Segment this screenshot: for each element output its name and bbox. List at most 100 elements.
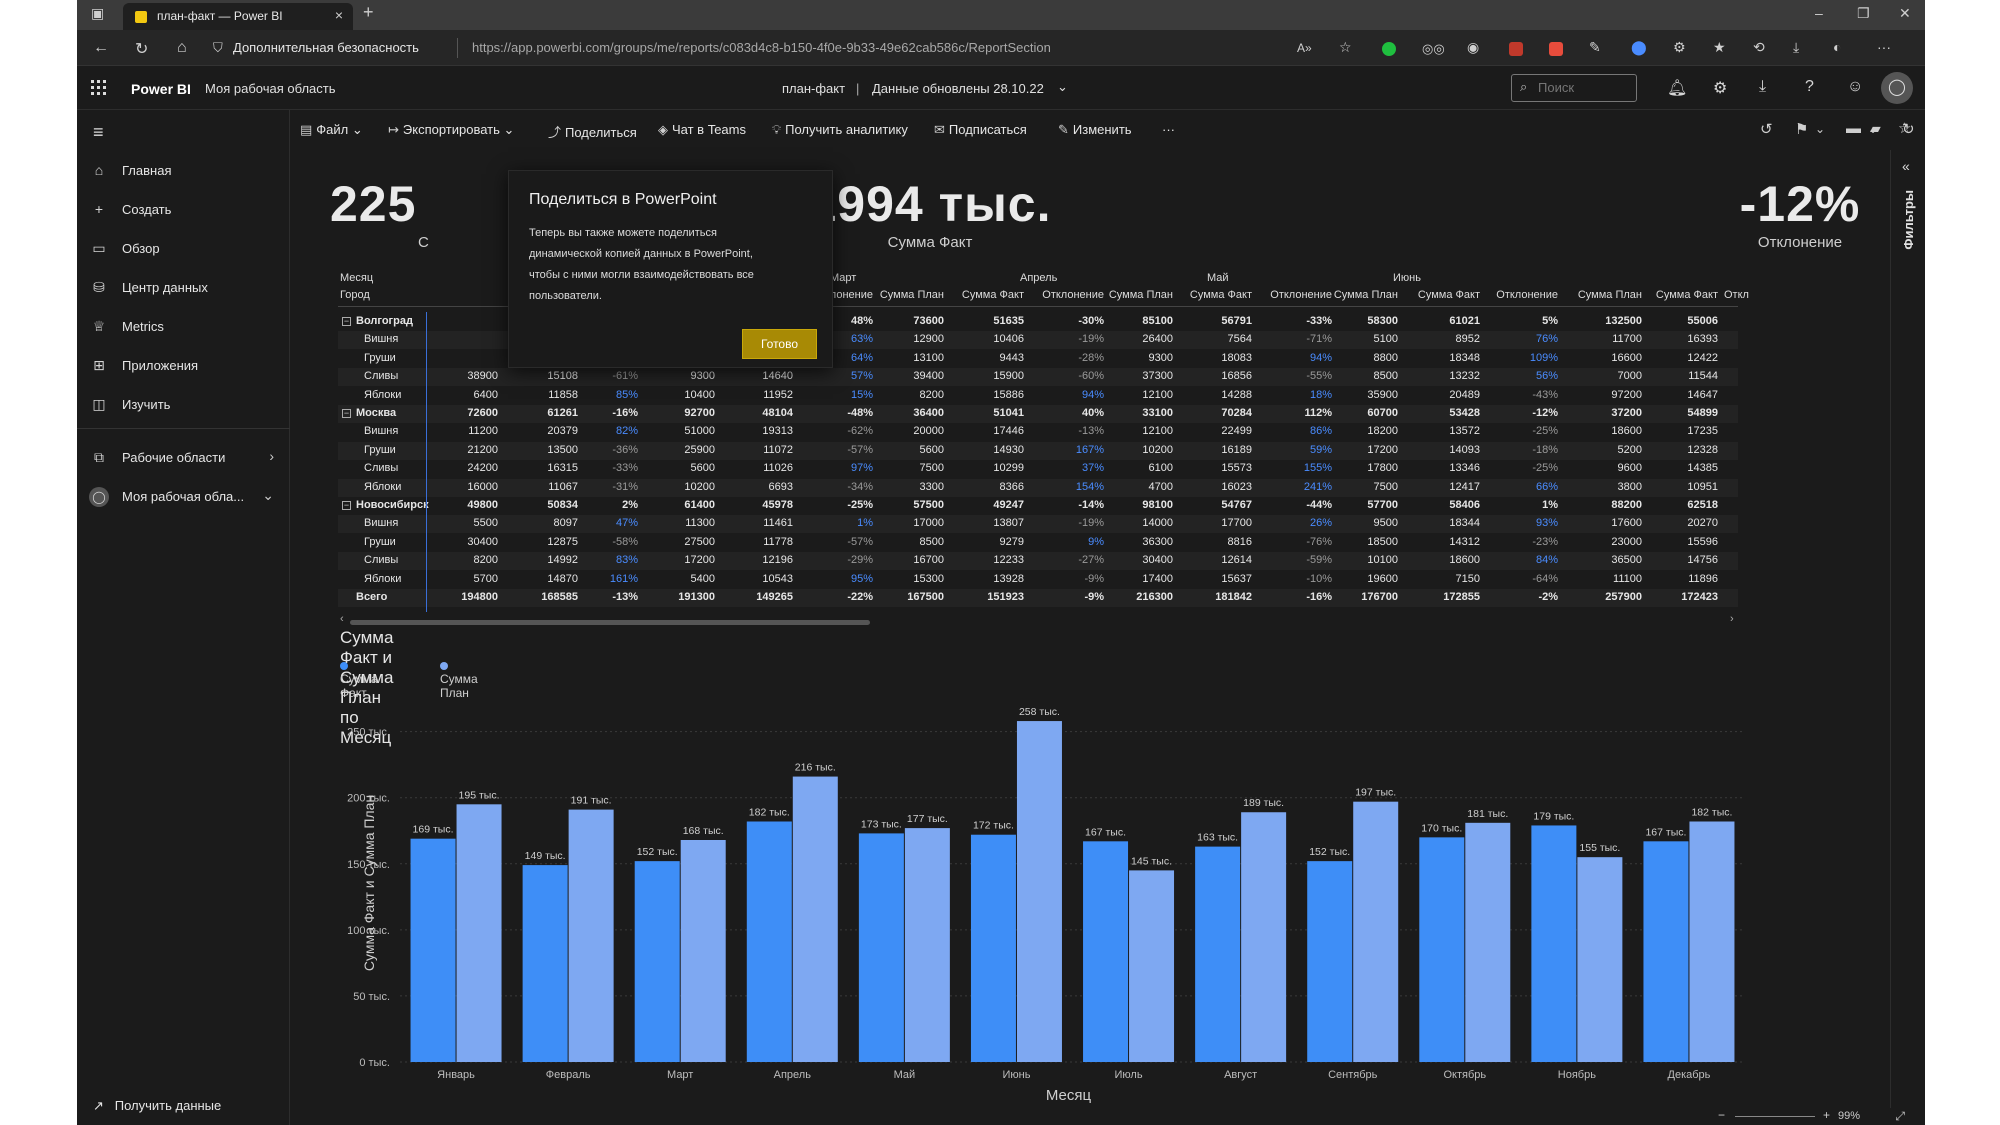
- edit-button[interactable]: ✎ Изменить: [1058, 122, 1132, 138]
- insights-label: Получить аналитику: [785, 122, 908, 137]
- file-menu[interactable]: ▤ Файл ⌄: [300, 122, 363, 138]
- data-updated-label[interactable]: Данные обновлены 28.10.22: [872, 81, 1044, 96]
- get-data-link[interactable]: ↗ Получить данные: [93, 1098, 221, 1114]
- new-tab-icon[interactable]: +: [363, 2, 374, 23]
- bar-plan: [1129, 870, 1175, 1062]
- comment-icon[interactable]: ▰: [1870, 120, 1881, 137]
- workspace-link[interactable]: Моя рабочая область: [205, 81, 336, 96]
- feedback-icon[interactable]: ☺: [1847, 78, 1863, 96]
- chevron-down-icon[interactable]: ⌄: [1815, 122, 1825, 136]
- extension-green-icon[interactable]: [1382, 42, 1396, 56]
- search-icon: ⌕: [1520, 79, 1528, 94]
- app-launcher-icon[interactable]: [91, 80, 107, 96]
- refresh-icon[interactable]: ↻: [135, 39, 148, 59]
- pen-icon[interactable]: ✎: [1589, 39, 1601, 56]
- nav-label: Приложения: [122, 358, 199, 373]
- done-button[interactable]: Готово: [742, 329, 817, 359]
- bar-fact: [634, 861, 680, 1062]
- settings-icon[interactable]: ⚙: [1713, 78, 1727, 98]
- nav-item-browse[interactable]: ▭ Обзор: [77, 234, 290, 264]
- close-tab-icon[interactable]: ×: [335, 7, 343, 23]
- arrow-icon: ↗: [93, 1098, 104, 1113]
- zoom-in-icon[interactable]: +: [1823, 1108, 1830, 1122]
- chevron-down-icon[interactable]: ⌄: [1057, 79, 1068, 95]
- downloads-icon[interactable]: ⤓: [1793, 39, 1799, 56]
- url-field[interactable]: https://app.powerbi.com/groups/me/report…: [472, 40, 1051, 55]
- nav-item-data-hub[interactable]: ⛁ Центр данных: [77, 273, 290, 303]
- collapse-icon[interactable]: «: [1902, 158, 1910, 174]
- nav-item-create[interactable]: + Создать: [77, 195, 290, 225]
- x-tick-label: Май: [894, 1069, 916, 1081]
- avatar[interactable]: ◯: [1881, 72, 1913, 104]
- zoom-slider[interactable]: [1735, 1116, 1815, 1117]
- nav-item-my-workspace[interactable]: ◯ Моя рабочая обла... ⌄: [77, 482, 290, 512]
- x-tick-label: Январь: [437, 1069, 475, 1081]
- profile-icon[interactable]: ◐: [1833, 39, 1841, 55]
- book-icon: ◫: [92, 396, 106, 412]
- location-icon[interactable]: ⬤: [1631, 39, 1647, 56]
- favorite-icon[interactable]: ☆: [1898, 119, 1911, 137]
- security-label[interactable]: Дополнительная безопасность: [233, 40, 419, 55]
- restore-icon[interactable]: ❐: [1857, 5, 1870, 22]
- app-name[interactable]: Power BI: [131, 81, 191, 97]
- close-window-icon[interactable]: ✕: [1899, 5, 1911, 22]
- extensions-icon[interactable]: ⚙: [1673, 39, 1686, 56]
- tab-actions-icon[interactable]: ▣: [91, 5, 104, 22]
- zoom-out-icon[interactable]: −: [1718, 1108, 1725, 1122]
- bar-fact: [1195, 846, 1241, 1062]
- favorites-icon[interactable]: ★: [1713, 39, 1726, 56]
- bar-plan: [568, 809, 614, 1062]
- x-tick-label: Ноябрь: [1558, 1069, 1596, 1081]
- trophy-icon: ♕: [92, 318, 106, 334]
- powerbi-favicon-icon: [135, 11, 147, 23]
- subscribe-button[interactable]: ✉ Подписаться: [934, 122, 1027, 138]
- teams-chat-button[interactable]: ◈ Чат в Teams: [658, 122, 746, 138]
- extension-circle-icon[interactable]: ◉: [1467, 39, 1479, 56]
- nav-item-home[interactable]: ⌂ Главная: [77, 156, 290, 186]
- history-icon[interactable]: ⟲: [1753, 39, 1765, 56]
- download-icon[interactable]: ⤓: [1759, 78, 1766, 96]
- minimize-icon[interactable]: –: [1815, 5, 1823, 21]
- insights-button[interactable]: 💡︎ Получить аналитику: [772, 122, 908, 138]
- extension-glasses-icon[interactable]: ◎◎: [1422, 41, 1445, 57]
- filters-label: Фильтры: [1901, 190, 1916, 250]
- bar-plan: [1465, 822, 1511, 1062]
- search-box[interactable]: ⌕: [1511, 74, 1637, 102]
- read-aloud-icon[interactable]: A»: [1297, 41, 1312, 55]
- database-icon: ⛁: [93, 279, 105, 295]
- y-tick-label: 250 тыс.: [347, 727, 390, 739]
- extension-red-icon[interactable]: [1509, 42, 1523, 56]
- nav-item-metrics[interactable]: ♕ Metrics: [77, 312, 290, 342]
- bar-fact: [1419, 837, 1465, 1062]
- nav-item-learn[interactable]: ◫ Изучить: [77, 390, 290, 420]
- help-icon[interactable]: ?: [1805, 78, 1814, 96]
- teams-icon: ◈: [658, 122, 668, 137]
- extension-red2-icon[interactable]: [1549, 42, 1563, 56]
- bar-plan: [456, 804, 502, 1062]
- favorite-add-icon[interactable]: ☆: [1339, 39, 1352, 56]
- data-label: 179 тыс.: [1533, 810, 1574, 822]
- y-tick-label: 50 тыс.: [353, 991, 390, 1003]
- more-options-button[interactable]: ···: [1162, 122, 1175, 137]
- share-button[interactable]: ⤴ Поделиться: [548, 122, 637, 141]
- nav-item-apps[interactable]: ⊞ Приложения: [77, 351, 290, 381]
- hamburger-icon[interactable]: ≡: [93, 122, 104, 143]
- fit-to-page-icon[interactable]: ⤢: [1895, 1109, 1905, 1124]
- search-input[interactable]: [1538, 80, 1628, 95]
- nav-item-workspaces[interactable]: ⧉ Рабочие области ›: [77, 443, 290, 473]
- back-icon[interactable]: ←: [93, 39, 109, 57]
- home-icon[interactable]: ⌂: [177, 39, 187, 57]
- export-menu[interactable]: ↦ Экспортировать ⌄: [388, 122, 514, 138]
- view-icon[interactable]: ▬: [1846, 120, 1861, 137]
- export-label: Экспортировать: [402, 122, 500, 137]
- workspaces-icon: ⧉: [94, 449, 104, 465]
- filters-pane[interactable]: « Фильтры: [1890, 150, 1925, 1108]
- shield-icon[interactable]: ⛉: [213, 40, 223, 56]
- more-icon[interactable]: ···: [1877, 39, 1891, 55]
- notifications-icon[interactable]: 🔔︎: [1667, 78, 1687, 98]
- reset-icon[interactable]: ↺: [1760, 120, 1773, 138]
- browser-tab[interactable]: план-факт — Power BI ×: [123, 3, 353, 30]
- data-label: 173 тыс.: [861, 818, 902, 830]
- bookmark-icon[interactable]: ⚑: [1795, 120, 1808, 138]
- data-label: 182 тыс.: [749, 806, 790, 818]
